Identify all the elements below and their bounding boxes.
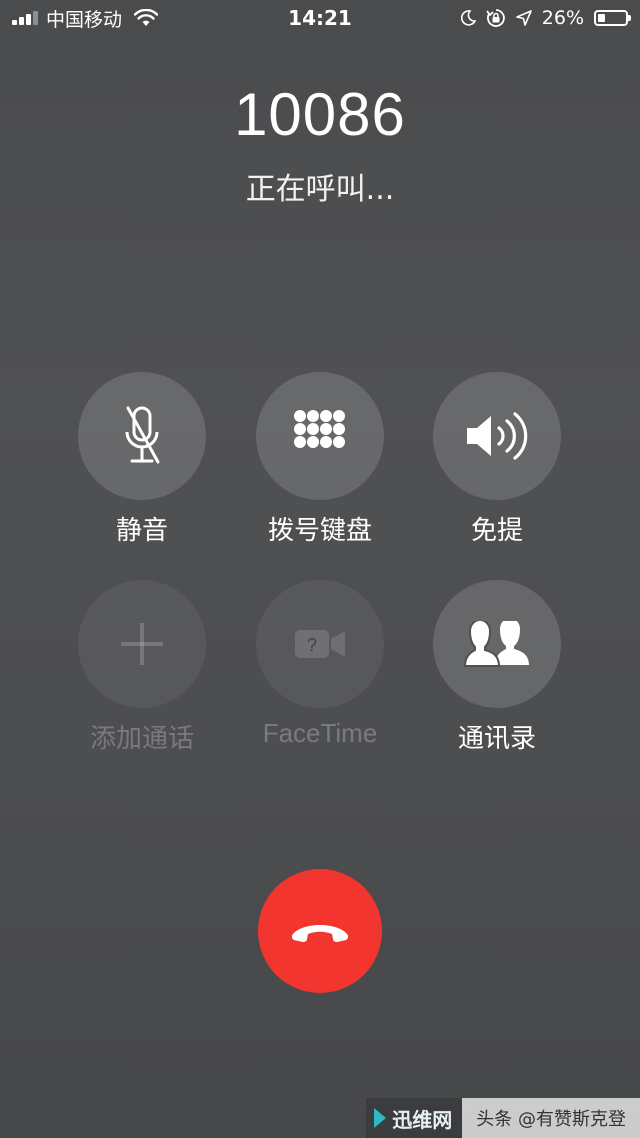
facetime-icon: ? bbox=[295, 630, 345, 658]
battery-fill bbox=[598, 14, 605, 22]
mute-circle[interactable] bbox=[78, 372, 206, 500]
keypad-circle[interactable] bbox=[256, 372, 384, 500]
contacts-icon bbox=[464, 621, 529, 667]
speaker-button[interactable]: 免提 bbox=[407, 372, 587, 547]
watermark-arrow-icon bbox=[374, 1108, 387, 1128]
moon-icon bbox=[460, 10, 476, 26]
svg-text:?: ? bbox=[307, 635, 317, 655]
call-number: 10086 bbox=[234, 81, 406, 148]
status-bar: 中国移动 14:21 26% bbox=[0, 0, 640, 36]
add-call-button[interactable]: 添加通话 bbox=[52, 580, 232, 755]
watermark-logo: 迅维网 bbox=[366, 1098, 463, 1138]
end-call-icon bbox=[291, 925, 349, 942]
keypad-icon bbox=[294, 410, 345, 448]
location-icon bbox=[515, 10, 532, 26]
plus-icon bbox=[121, 623, 163, 665]
mic-off-icon bbox=[125, 406, 160, 464]
mute-button[interactable]: 静音 bbox=[52, 372, 232, 547]
speaker-circle[interactable] bbox=[433, 372, 561, 500]
keypad-label: 拨号键盘 bbox=[267, 516, 372, 546]
watermark-text: 头条 @有赞斯克登 bbox=[462, 1098, 640, 1138]
watermark: 迅维网 头条 @有赞斯克登 bbox=[366, 1098, 640, 1138]
speaker-label: 免提 bbox=[470, 516, 523, 546]
contacts-button[interactable]: 通讯录 bbox=[407, 580, 587, 755]
keypad-button[interactable]: 拨号键盘 bbox=[230, 372, 410, 547]
orientation-lock-icon bbox=[486, 9, 505, 27]
speaker-icon bbox=[467, 412, 528, 460]
status-right: 26% bbox=[460, 6, 631, 30]
call-status: 正在呼叫... bbox=[245, 172, 395, 207]
contacts-circle[interactable] bbox=[433, 580, 561, 708]
facetime-circle[interactable]: ? bbox=[256, 580, 384, 708]
battery-icon bbox=[594, 10, 631, 26]
mute-label: 静音 bbox=[115, 516, 168, 546]
facetime-button[interactable]: ? FaceTime bbox=[230, 580, 410, 749]
add-call-label: 添加通话 bbox=[89, 724, 194, 754]
end-call-button[interactable] bbox=[258, 869, 382, 993]
contacts-label: 通讯录 bbox=[457, 724, 536, 754]
facetime-label: FaceTime bbox=[262, 718, 378, 748]
battery-percent: 26% bbox=[541, 7, 584, 29]
add-call-circle[interactable] bbox=[78, 580, 206, 708]
watermark-logo-text: 迅维网 bbox=[392, 1107, 453, 1132]
